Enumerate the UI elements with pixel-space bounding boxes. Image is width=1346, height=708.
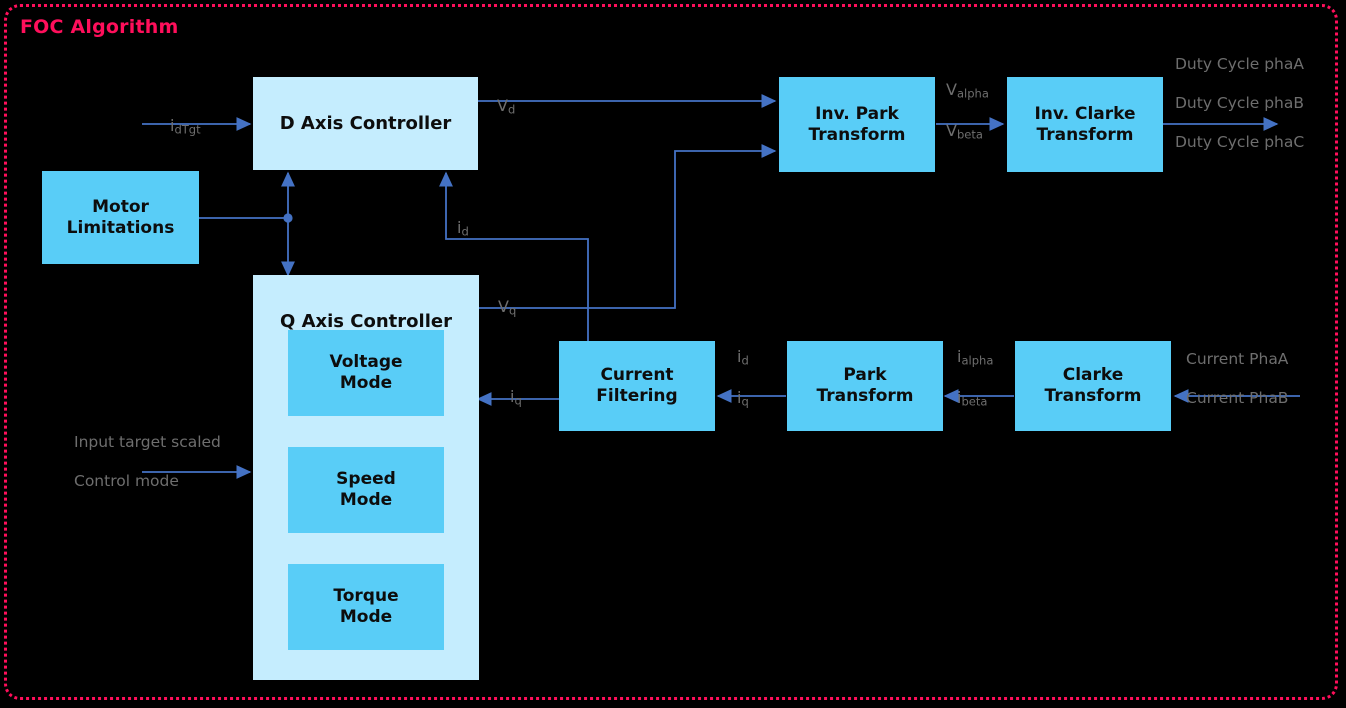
label-i-beta: ibeta — [957, 387, 988, 409]
label-v-d: Vd — [497, 96, 516, 117]
label-i-alpha: ialpha — [957, 347, 994, 368]
label-duty-cycle-phac: Duty Cycle phaC — [1175, 133, 1305, 152]
label-current-phab: Current PhaB — [1186, 389, 1289, 408]
label-v-q: Vq — [498, 297, 517, 318]
foc-algorithm-title: FOC Algorithm — [20, 16, 179, 38]
label-i-d-feedback: id — [457, 218, 469, 239]
label-i-dq-bus: id iq — [737, 327, 749, 429]
block-voltage-mode[interactable]: Voltage Mode — [288, 330, 444, 416]
block-clarke-transform[interactable]: Clarke Transform — [1015, 341, 1171, 431]
label-i-dtgt: idTgt — [170, 116, 201, 137]
foc-algorithm-diagram: D Axis Controller Motor Limitations Q Ax… — [0, 0, 1346, 708]
label-duty-cycle-phab: Duty Cycle phaB — [1175, 94, 1305, 113]
label-control-inputs: Input target scaled Control mode — [74, 413, 221, 511]
label-i-q-feedback: iq — [510, 387, 522, 408]
label-current-phaa: Current PhaA — [1186, 349, 1289, 368]
label-control-mode: Control mode — [74, 472, 179, 491]
block-inv-clarke-transform[interactable]: Inv. Clarke Transform — [1007, 77, 1163, 172]
label-duty-cycles: Duty Cycle phaA Duty Cycle phaB Duty Cyc… — [1175, 35, 1304, 173]
block-speed-mode[interactable]: Speed Mode — [288, 447, 444, 533]
block-torque-mode[interactable]: Torque Mode — [288, 564, 444, 650]
block-inv-park-transform[interactable]: Inv. Park Transform — [779, 77, 935, 172]
block-current-filtering[interactable]: Current Filtering — [559, 341, 715, 431]
block-motor-limitations[interactable]: Motor Limitations — [42, 171, 199, 264]
label-duty-cycle-phaa: Duty Cycle phaA — [1175, 54, 1304, 73]
label-i-d-bus: id — [737, 347, 749, 368]
wire-junction-dot — [283, 213, 293, 223]
label-v-beta: Vbeta — [946, 120, 983, 142]
label-input-target-scaled: Input target scaled — [74, 432, 221, 451]
block-park-transform[interactable]: Park Transform — [787, 341, 943, 431]
label-i-alpha-beta: ialpha ibeta — [957, 327, 993, 429]
block-d-axis-controller[interactable]: D Axis Controller — [253, 77, 478, 170]
label-v-alpha: Valpha — [946, 80, 989, 101]
label-current-phases: Current PhaA Current PhaB — [1186, 330, 1288, 428]
wire-vq-to-invpark — [478, 143, 777, 309]
label-i-q-bus: iq — [737, 387, 749, 409]
label-v-alpha-beta: Valpha Vbeta — [946, 60, 989, 162]
